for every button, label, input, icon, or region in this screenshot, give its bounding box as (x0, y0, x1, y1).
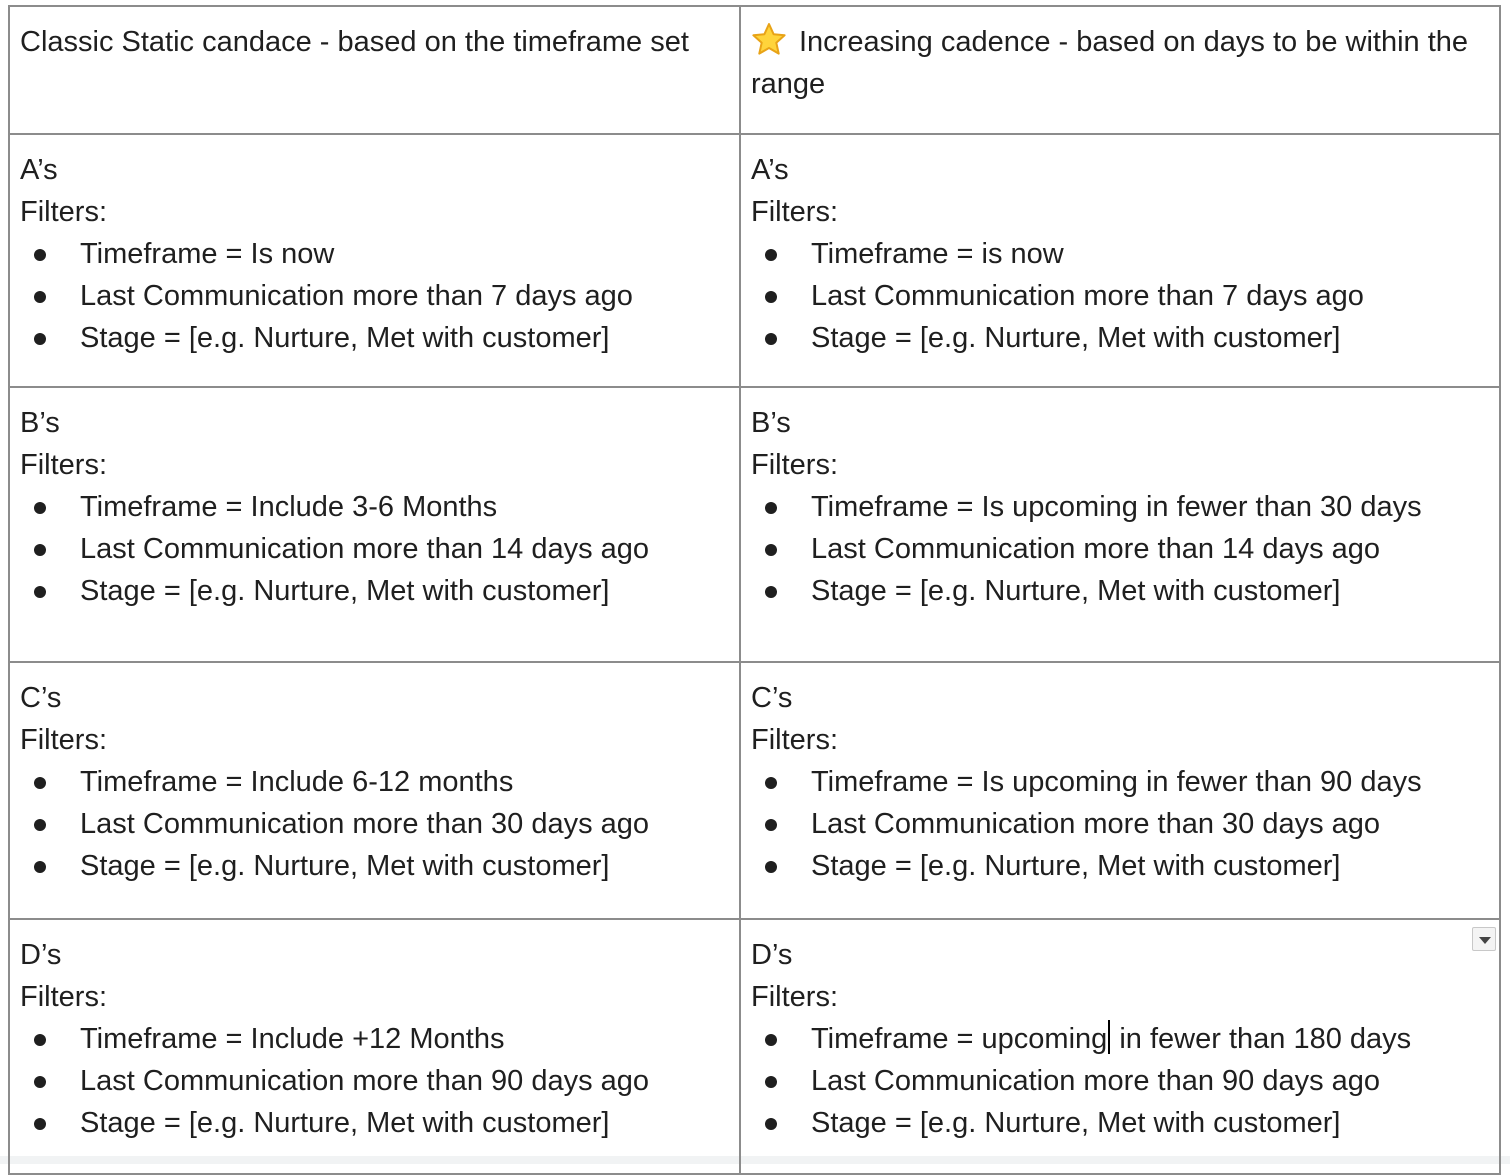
text-cursor (1108, 1020, 1111, 1054)
tier-title: D’s (751, 939, 793, 971)
cell-static-b[interactable]: B’s Filters: Timeframe = Include 3-6 Mon… (8, 386, 741, 663)
filter-list: Timeframe = Is now Last Communication mo… (20, 233, 729, 359)
list-item: Timeframe = Is now (20, 233, 729, 275)
list-item: Last Communication more than 7 days ago (20, 275, 729, 317)
list-item: Stage = [e.g. Nurture, Met with customer… (20, 570, 729, 612)
tier-title: C’s (20, 682, 62, 714)
filter-list: Timeframe = Include 6-12 months Last Com… (20, 761, 729, 887)
filter-list: Timeframe = Include 3-6 Months Last Comm… (20, 486, 729, 612)
dropdown-arrow-icon[interactable] (1472, 927, 1496, 951)
cell-static-a[interactable]: A’s Filters: Timeframe = Is now Last Com… (8, 133, 741, 388)
bullet-icon (34, 861, 46, 873)
bullet-icon (765, 333, 777, 345)
bullet-icon (765, 1118, 777, 1130)
tier-title: B’s (751, 407, 791, 439)
bullet-icon (34, 819, 46, 831)
list-item: Last Communication more than 14 days ago (20, 528, 729, 570)
cell-increasing-c[interactable]: C’s Filters: Timeframe = Is upcoming in … (739, 661, 1501, 920)
cadence-comparison-table: Classic Static candace - based on the ti… (8, 5, 1501, 1175)
list-item: Timeframe = Is upcoming in fewer than 30… (751, 486, 1489, 528)
list-item: Last Communication more than 14 days ago (751, 528, 1489, 570)
bullet-icon (765, 249, 777, 261)
filter-list: Timeframe = Is upcoming in fewer than 30… (751, 486, 1489, 612)
bullet-icon (765, 544, 777, 556)
list-item: Timeframe = Is upcoming in fewer than 90… (751, 761, 1489, 803)
list-item: Stage = [e.g. Nurture, Met with customer… (751, 570, 1489, 612)
cell-static-d[interactable]: D’s Filters: Timeframe = Include +12 Mon… (8, 918, 741, 1175)
tier-title: C’s (751, 682, 793, 714)
tier-title: A’s (20, 154, 58, 186)
list-item: Last Communication more than 90 days ago (20, 1060, 729, 1102)
filters-label: Filters: (20, 981, 107, 1013)
star-icon (752, 23, 786, 55)
bullet-icon (765, 586, 777, 598)
filters-label: Filters: (20, 724, 107, 756)
list-item: Stage = [e.g. Nurture, Met with customer… (20, 1102, 729, 1144)
tier-title: B’s (20, 407, 60, 439)
table-header-row: Classic Static candace - based on the ti… (8, 5, 1501, 135)
filters-label: Filters: (751, 981, 838, 1013)
list-item: Last Communication more than 30 days ago (751, 803, 1489, 845)
cell-increasing-a[interactable]: A’s Filters: Timeframe = is now Last Com… (739, 133, 1501, 388)
table-row: B’s Filters: Timeframe = Include 3-6 Mon… (8, 386, 1501, 663)
bullet-icon (765, 819, 777, 831)
filter-list: Timeframe = is now Last Communication mo… (751, 233, 1489, 359)
list-item: Stage = [e.g. Nurture, Met with customer… (751, 317, 1489, 359)
bullet-icon (34, 1118, 46, 1130)
tier-title: A’s (751, 154, 789, 186)
list-item: Last Communication more than 30 days ago (20, 803, 729, 845)
bullet-icon (34, 777, 46, 789)
bullet-icon (34, 1076, 46, 1088)
cell-increasing-b[interactable]: B’s Filters: Timeframe = Is upcoming in … (739, 386, 1501, 663)
table-row: A’s Filters: Timeframe = Is now Last Com… (8, 133, 1501, 388)
bullet-icon (34, 249, 46, 261)
bullet-icon (34, 502, 46, 514)
list-item: Timeframe = Include 3-6 Months (20, 486, 729, 528)
cell-increasing-d[interactable]: D’s Filters: Timeframe = upcoming in few… (739, 918, 1501, 1175)
header-static-text: Classic Static candace - based on the ti… (20, 26, 689, 58)
list-item: Last Communication more than 90 days ago (751, 1060, 1489, 1102)
bullet-icon (34, 291, 46, 303)
bullet-icon (34, 586, 46, 598)
filter-list: Timeframe = Include +12 Months Last Comm… (20, 1018, 729, 1144)
list-item: Timeframe = Include 6-12 months (20, 761, 729, 803)
bullet-icon (34, 1034, 46, 1046)
bullet-icon (765, 1034, 777, 1046)
list-item: Stage = [e.g. Nurture, Met with customer… (20, 317, 729, 359)
tier-title: D’s (20, 939, 62, 971)
bullet-icon (765, 777, 777, 789)
list-item: Last Communication more than 7 days ago (751, 275, 1489, 317)
header-cell-increasing[interactable]: Increasing cadence - based on days to be… (739, 5, 1501, 135)
list-item: Stage = [e.g. Nurture, Met with customer… (20, 845, 729, 887)
bullet-icon (765, 291, 777, 303)
list-item: Stage = [e.g. Nurture, Met with customer… (751, 1102, 1489, 1144)
table-row: C’s Filters: Timeframe = Include 6-12 mo… (8, 661, 1501, 920)
table-row: D’s Filters: Timeframe = Include +12 Mon… (8, 918, 1501, 1175)
bullet-icon (34, 333, 46, 345)
list-item: Timeframe = upcoming in fewer than 180 d… (751, 1018, 1489, 1060)
filters-label: Filters: (751, 724, 838, 756)
header-increasing-text: Increasing cadence - based on days to be… (751, 26, 1469, 100)
header-cell-static[interactable]: Classic Static candace - based on the ti… (8, 5, 741, 135)
filter-list: Timeframe = Is upcoming in fewer than 90… (751, 761, 1489, 887)
bullet-icon (765, 502, 777, 514)
filters-label: Filters: (751, 196, 838, 228)
filters-label: Filters: (20, 196, 107, 228)
filter-list: Timeframe = upcoming in fewer than 180 d… (751, 1018, 1489, 1144)
list-item: Stage = [e.g. Nurture, Met with customer… (751, 845, 1489, 887)
bullet-icon (765, 1076, 777, 1088)
cell-static-c[interactable]: C’s Filters: Timeframe = Include 6-12 mo… (8, 661, 741, 920)
list-item: Timeframe = Include +12 Months (20, 1018, 729, 1060)
filters-label: Filters: (751, 449, 838, 481)
filters-label: Filters: (20, 449, 107, 481)
bullet-icon (34, 544, 46, 556)
list-item: Timeframe = is now (751, 233, 1489, 275)
bullet-icon (765, 861, 777, 873)
